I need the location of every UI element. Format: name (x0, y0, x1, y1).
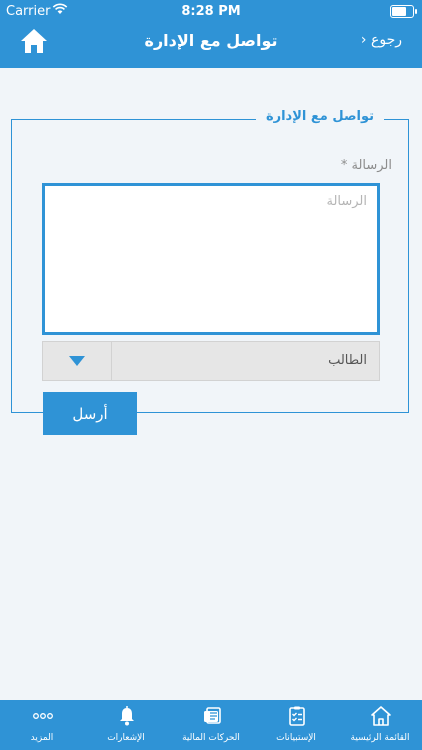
required-mark: * (340, 158, 348, 173)
section-title: تواصل مع الإدارة (255, 109, 384, 124)
top-bar: Carrier 8:28 PM تواصل مع الإدارة رجوع ‹ (0, 0, 422, 68)
back-label: رجوع (370, 32, 402, 48)
message-label-text: الرسالة (351, 158, 392, 173)
status-bar: Carrier 8:28 PM (0, 0, 422, 22)
recipient-select[interactable]: الطالب (42, 341, 380, 381)
bottom-tab-bar: القائمة الرئيسية الإستبيانات الحركات الم… (0, 700, 422, 750)
tab-surveys[interactable]: الإستبيانات (254, 700, 338, 750)
tab-label: المزيد (30, 733, 54, 743)
page-title: تواصل مع الإدارة (144, 31, 278, 50)
home-icon (371, 706, 391, 726)
select-toggle[interactable] (43, 342, 112, 380)
tab-label: الإشعارات (107, 733, 145, 743)
message-input[interactable] (42, 183, 380, 335)
status-time: 8:28 PM (181, 4, 241, 19)
payments-icon (204, 707, 221, 724)
battery-level (392, 7, 407, 16)
recipient-selected-value: الطالب (328, 353, 367, 368)
tab-label: الحركات المالية (182, 733, 240, 743)
bell-icon (120, 706, 134, 726)
more-icon (33, 713, 53, 719)
message-label: الرسالة * (341, 158, 392, 173)
tab-financial[interactable]: الحركات المالية (169, 700, 253, 750)
send-button[interactable]: أرسل (43, 392, 137, 435)
tab-label: القائمة الرئيسية (350, 733, 410, 743)
chevron-down-icon (69, 356, 85, 366)
tab-more[interactable]: المزيد (0, 700, 84, 750)
tab-label: الإستبيانات (276, 733, 316, 743)
tab-notifications[interactable]: الإشعارات (84, 700, 168, 750)
chevron-left-icon: ‹ (360, 32, 367, 48)
back-button[interactable]: رجوع ‹ (361, 32, 402, 48)
battery-icon (390, 5, 417, 18)
tab-main-menu[interactable]: القائمة الرئيسية (338, 700, 422, 750)
survey-icon (289, 706, 305, 726)
